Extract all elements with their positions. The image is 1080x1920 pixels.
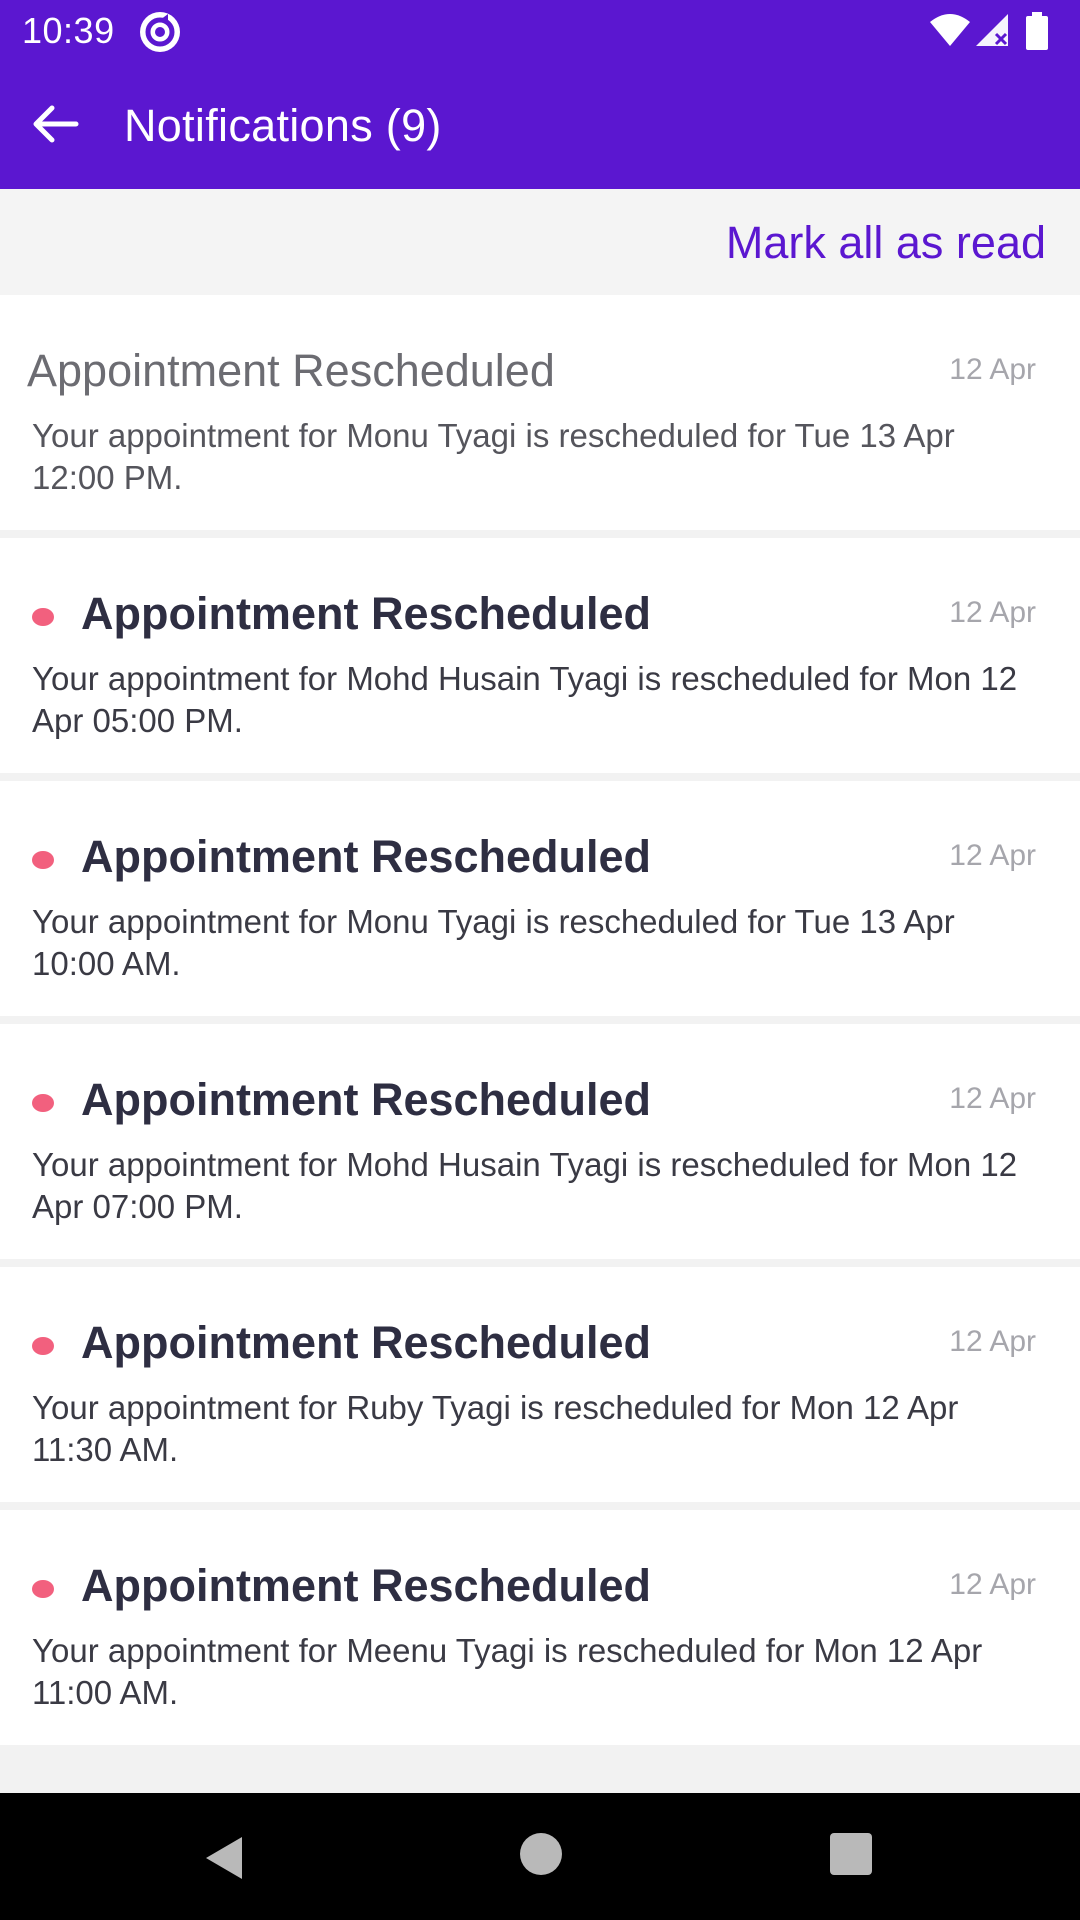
signal-icon [976,14,1008,46]
notification-date: 12 Apr [949,596,1036,629]
notification-item[interactable]: Appointment Rescheduled 12 Apr Your appo… [0,1267,1080,1502]
screen: 10:39 Notifications (9) Mark all as read… [0,0,1080,1920]
notification-item[interactable]: Appointment Rescheduled 12 Apr Your appo… [0,295,1080,530]
notification-date: 12 Apr [949,1325,1036,1358]
status-bar: 10:39 [0,0,1080,64]
notification-body: Your appointment for Mohd Husain Tyagi i… [32,660,1018,739]
back-triangle-icon[interactable] [200,1833,250,1883]
app-sync-icon [140,12,180,52]
notification-title: Appointment Rescheduled [81,588,652,639]
notification-title: Appointment Rescheduled [27,345,555,396]
notification-date: 12 Apr [949,839,1036,872]
notification-list: Appointment Rescheduled 12 Apr Your appo… [0,295,1080,1753]
home-circle-icon[interactable] [520,1833,562,1875]
notification-body: Your appointment for Monu Tyagi is resch… [32,903,955,982]
unread-dot-icon [32,608,54,626]
notification-title: Appointment Rescheduled [81,831,652,882]
notification-body: Your appointment for Mohd Husain Tyagi i… [32,1146,1018,1225]
recents-square-icon[interactable] [830,1833,872,1875]
notification-title: Appointment Rescheduled [81,1317,652,1368]
notification-body: Your appointment for Meenu Tyagi is resc… [32,1632,983,1711]
system-nav-bar [0,1793,1080,1920]
notification-date: 12 Apr [949,353,1036,386]
notification-body: Your appointment for Monu Tyagi is resch… [32,417,955,496]
notification-title: Appointment Rescheduled [81,1560,652,1611]
notification-item[interactable]: Appointment Rescheduled 12 Apr Your appo… [0,1024,1080,1259]
wifi-icon [930,14,970,46]
unread-dot-icon [32,1580,54,1598]
unread-dot-icon [32,1337,54,1355]
notification-date: 12 Apr [949,1568,1036,1601]
mark-all-read-button[interactable]: Mark all as read [726,217,1046,269]
notification-item[interactable]: Appointment Rescheduled 12 Apr Your appo… [0,1510,1080,1745]
notification-body: Your appointment for Ruby Tyagi is resch… [32,1389,959,1468]
notification-item[interactable]: Appointment Rescheduled 12 Apr Your appo… [0,538,1080,773]
unread-dot-icon [32,851,54,869]
app-bar: Notifications (9) [0,64,1080,189]
page-title: Notifications (9) [124,100,442,151]
unread-dot-icon [32,1094,54,1112]
notification-title: Appointment Rescheduled [81,1074,652,1125]
action-strip: Mark all as read [0,189,1080,295]
status-time: 10:39 [22,10,115,51]
arrow-left-icon[interactable] [26,94,86,154]
status-icons [930,12,1060,52]
notification-date: 12 Apr [949,1082,1036,1115]
battery-icon [1026,12,1048,50]
notification-item[interactable]: Appointment Rescheduled 12 Apr Your appo… [0,781,1080,1016]
